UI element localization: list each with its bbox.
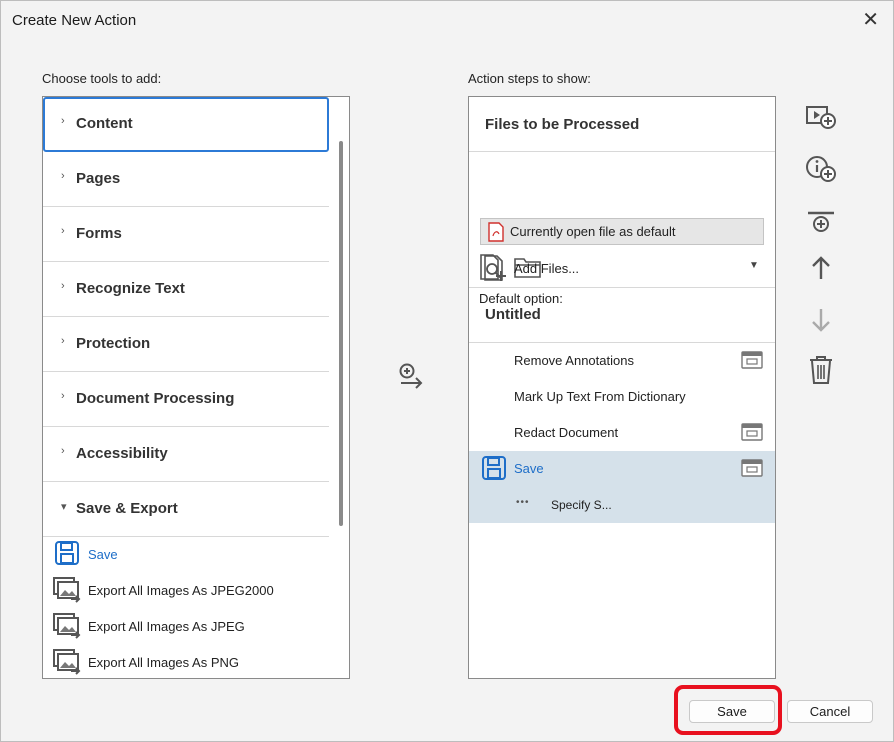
- tool-label: Export All Images As PNG: [88, 655, 240, 670]
- scrollbar[interactable]: [339, 141, 343, 526]
- add-to-steps-icon[interactable]: [397, 363, 427, 391]
- chevron-down-icon: ▾: [61, 501, 67, 513]
- cancel-button[interactable]: Cancel: [787, 700, 873, 723]
- files-section-header: Files to be Processed: [469, 97, 775, 152]
- category-protection[interactable]: › Protection: [43, 317, 329, 372]
- files-section-title: Files to be Processed: [485, 116, 640, 133]
- chevron-right-icon: ›: [61, 280, 65, 292]
- step-redact-document[interactable]: Redact Document: [469, 415, 775, 451]
- export-images-icon: [53, 649, 81, 675]
- tool-label: Export All Images As JPEG2000: [88, 583, 274, 598]
- export-images-icon: [53, 613, 81, 639]
- default-option-value: Add Files...: [514, 261, 580, 276]
- sub-step-specify-settings[interactable]: ••• Specify S...: [469, 487, 775, 523]
- file-option-label: Currently open file as default: [510, 224, 676, 239]
- sub-step-label: Specify S...: [551, 498, 612, 512]
- category-label: Recognize Text: [76, 280, 185, 297]
- move-up-icon[interactable]: [805, 253, 837, 283]
- step-save[interactable]: Save: [469, 451, 775, 487]
- category-label: Forms: [76, 225, 122, 242]
- chevron-right-icon: ›: [61, 335, 65, 347]
- category-label: Protection: [76, 335, 151, 352]
- dialog-toggle-icon[interactable]: [741, 459, 763, 477]
- close-icon[interactable]: ✕: [862, 9, 879, 31]
- add-file-icon: [484, 255, 506, 281]
- chevron-right-icon: ›: [61, 225, 65, 237]
- tool-label: Save: [88, 547, 118, 562]
- choose-tools-heading: Choose tools to add:: [42, 71, 162, 86]
- dialog-toggle-icon[interactable]: [741, 351, 763, 369]
- file-option-row[interactable]: Currently open file as default: [480, 218, 764, 245]
- tool-export-png[interactable]: Export All Images As PNG: [51, 647, 321, 678]
- tools-panel[interactable]: › Content › Pages › Forms › Recognize Te…: [42, 96, 350, 679]
- add-pause-icon[interactable]: [805, 103, 837, 133]
- category-label: Accessibility: [76, 445, 168, 462]
- tool-save[interactable]: Save: [51, 539, 321, 571]
- tool-export-jpeg[interactable]: Export All Images As JPEG: [51, 611, 321, 643]
- category-label: Pages: [76, 170, 121, 187]
- category-label: Save & Export: [76, 500, 178, 517]
- create-new-action-dialog: Create New Action ✕ Choose tools to add:…: [0, 0, 894, 742]
- save-icon: [482, 456, 506, 480]
- step-remove-annotations[interactable]: Remove Annotations: [469, 343, 775, 379]
- step-mark-up-text[interactable]: Mark Up Text From Dictionary: [469, 379, 775, 415]
- add-instruction-icon[interactable]: [805, 155, 837, 185]
- category-save-export[interactable]: ▾ Save & Export: [43, 482, 329, 537]
- ellipsis-icon: •••: [516, 497, 530, 508]
- save-button-highlight: [674, 685, 782, 735]
- group-header[interactable]: Untitled: [469, 288, 775, 343]
- chevron-right-icon: ›: [61, 170, 65, 182]
- step-label: Save: [514, 461, 544, 476]
- chevron-right-icon: ›: [61, 115, 65, 127]
- chevron-down-icon: ▼: [749, 260, 759, 271]
- category-pages[interactable]: › Pages: [43, 152, 329, 207]
- default-option-dropdown[interactable]: Add Files... ▼: [479, 253, 769, 283]
- pdf-file-icon: [488, 222, 504, 242]
- chevron-right-icon: ›: [61, 445, 65, 457]
- step-label: Mark Up Text From Dictionary: [514, 389, 686, 404]
- delete-icon[interactable]: [805, 355, 837, 385]
- tool-export-jpeg2000[interactable]: Export All Images As JPEG2000: [51, 575, 321, 607]
- dialog-title: Create New Action: [12, 12, 137, 29]
- title-bar: Create New Action ✕: [1, 1, 893, 41]
- category-recognize-text[interactable]: › Recognize Text: [43, 262, 329, 317]
- step-label: Redact Document: [514, 425, 619, 440]
- category-forms[interactable]: › Forms: [43, 207, 329, 262]
- export-images-icon: [53, 577, 81, 603]
- group-title: Untitled: [485, 306, 541, 323]
- move-down-icon[interactable]: [805, 305, 837, 335]
- step-label: Remove Annotations: [514, 353, 634, 368]
- category-accessibility[interactable]: › Accessibility: [43, 427, 329, 482]
- tool-label: Export All Images As JPEG: [88, 619, 245, 634]
- action-steps-heading: Action steps to show:: [468, 71, 591, 86]
- chevron-right-icon: ›: [61, 390, 65, 402]
- category-label: Document Processing: [76, 390, 235, 407]
- category-label: Content: [76, 115, 133, 132]
- category-content[interactable]: › Content: [43, 97, 329, 152]
- category-document-processing[interactable]: › Document Processing: [43, 372, 329, 427]
- action-steps-panel[interactable]: Files to be Processed Currently open fil…: [468, 96, 776, 679]
- add-panel-separator-icon[interactable]: [805, 209, 837, 239]
- dialog-toggle-icon[interactable]: [741, 423, 763, 441]
- save-icon: [55, 541, 79, 565]
